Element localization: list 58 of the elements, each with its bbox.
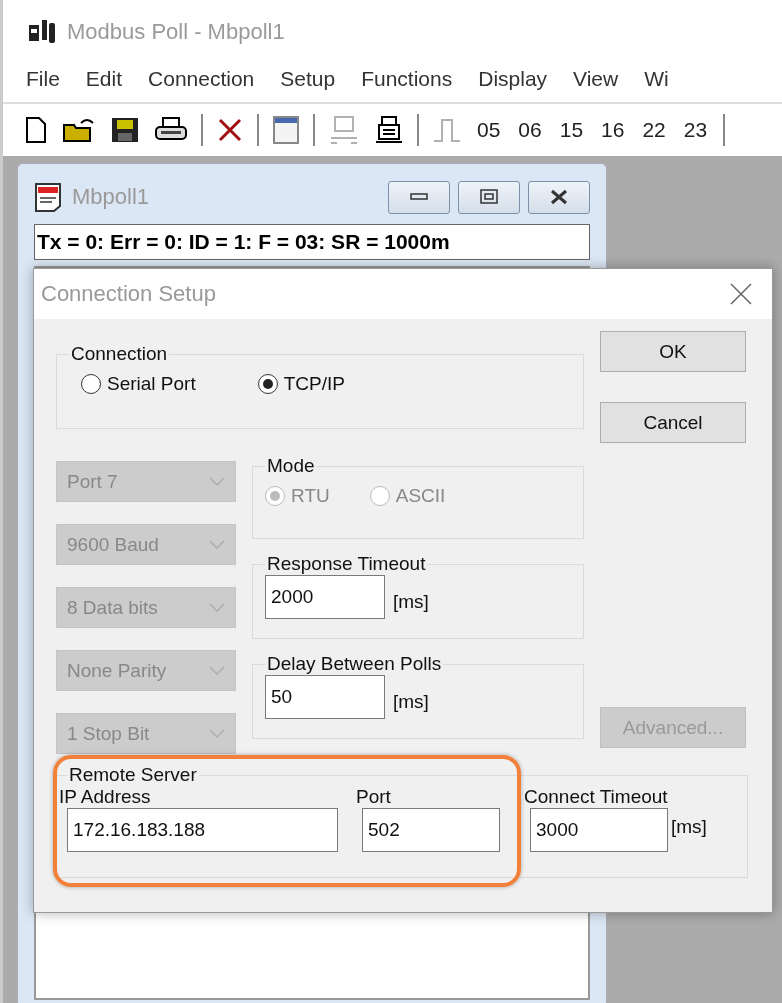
- chevron-down-icon: [209, 539, 225, 550]
- ok-button[interactable]: OK: [600, 331, 746, 372]
- menu-item[interactable]: Wi: [644, 67, 669, 91]
- close-button[interactable]: [728, 281, 754, 307]
- delete-icon[interactable]: [217, 117, 243, 143]
- group-label: Remote Server: [68, 764, 198, 786]
- unit-label: [ms]: [671, 816, 707, 839]
- document-icon: [34, 182, 64, 212]
- group-label: Delay Between Polls: [266, 653, 443, 675]
- group-label: Response Timeout: [266, 553, 427, 575]
- open-folder-icon[interactable]: [63, 117, 95, 143]
- field-label: Connect Timeout: [524, 786, 669, 808]
- input-field[interactable]: 2000: [265, 575, 385, 619]
- menu-item[interactable]: Connection: [148, 67, 255, 91]
- unit-label: [ms]: [393, 591, 429, 614]
- maximize-button[interactable]: [458, 180, 520, 214]
- status-text: Tx = 0: Err = 0: ID = 1: F = 03: SR = 1000m: [37, 230, 450, 253]
- function-code-button[interactable]: 23: [683, 118, 708, 142]
- field-label: IP Address: [59, 786, 152, 808]
- input-field[interactable]: 172.16.183.188: [67, 808, 338, 852]
- minimize-icon: [410, 193, 428, 201]
- menu-item[interactable]: File: [26, 67, 60, 91]
- function-code-button[interactable]: 15: [559, 118, 584, 142]
- window-icon[interactable]: [273, 116, 299, 144]
- window-title: Mbpoll1: [72, 184, 150, 210]
- radio-option[interactable]: Serial Port: [81, 373, 196, 395]
- function-code-button[interactable]: 22: [642, 118, 666, 142]
- group-label: Connection: [70, 343, 169, 365]
- chevron-down-icon: [209, 728, 225, 739]
- chevron-down-icon: [209, 602, 225, 613]
- close-icon: [549, 189, 569, 205]
- menu-item[interactable]: Setup: [280, 67, 336, 91]
- minimize-button[interactable]: [388, 180, 450, 214]
- input-field[interactable]: 502: [362, 808, 500, 852]
- chevron-down-icon: [209, 476, 225, 487]
- menu-item[interactable]: Display: [478, 67, 548, 91]
- dialog-title: Connection Setup: [41, 281, 217, 307]
- computer-icon[interactable]: [375, 116, 403, 144]
- input-field[interactable]: 3000: [530, 808, 668, 852]
- close-button[interactable]: [528, 180, 590, 214]
- cancel-button[interactable]: Cancel: [600, 402, 746, 443]
- new-document-icon[interactable]: [25, 117, 47, 143]
- window-title: Modbus Poll - Mbpoll1: [67, 19, 285, 45]
- group-label: Mode: [266, 455, 316, 477]
- maximize-icon: [480, 189, 498, 205]
- unit-label: [ms]: [393, 691, 429, 714]
- function-code-button[interactable]: 16: [601, 118, 625, 142]
- chevron-down-icon: [209, 665, 225, 676]
- close-icon: [730, 283, 752, 305]
- function-code-button[interactable]: 05: [477, 118, 501, 142]
- field-label: Port: [356, 786, 392, 808]
- printer-icon[interactable]: [155, 117, 187, 143]
- function-code-button[interactable]: 06: [518, 118, 542, 142]
- menu-item[interactable]: Edit: [85, 67, 123, 91]
- menu-item[interactable]: View: [573, 67, 619, 91]
- menu-item[interactable]: Functions: [361, 67, 453, 91]
- input-field[interactable]: 50: [265, 675, 385, 719]
- radio-option[interactable]: TCP/IP: [257, 373, 345, 395]
